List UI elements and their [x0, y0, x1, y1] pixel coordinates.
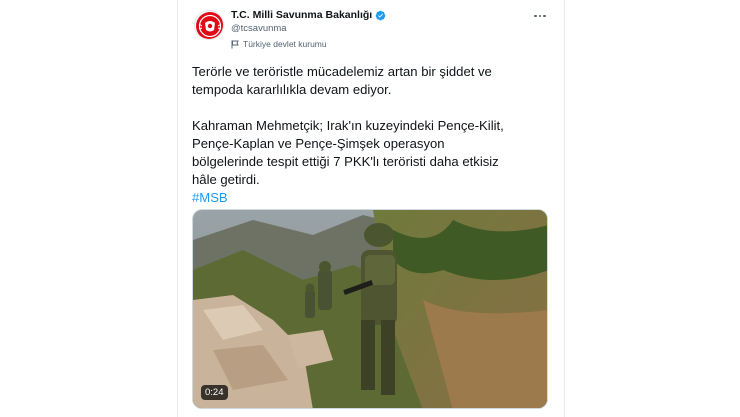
tweet-text-line: Pençe-Kaplan ve Pençe-Şimşek operasyon — [192, 136, 445, 151]
more-options-button[interactable] — [530, 8, 550, 24]
tweet-text: Terörle ve teröristle mücadelemiz artan … — [192, 63, 552, 207]
tweet-text-line: Kahraman Mehmetçik; Irak'ın kuzeyindeki … — [192, 118, 504, 133]
tweet-text-line: hâle getirdi. — [192, 172, 260, 187]
soldier-figure — [318, 261, 332, 310]
name-row: T.C. Milli Savunma Bakanlığı — [231, 9, 386, 21]
video-player[interactable]: 0:24 — [192, 209, 548, 409]
flag-icon — [231, 40, 239, 48]
tweet-text-line: bölgelerinde tespit ettiği 7 PKK'lı terö… — [192, 154, 499, 169]
dot-icon — [534, 14, 537, 18]
account-label: Türkiye devlet kurumu — [231, 39, 327, 49]
tweet-paragraph: Terörle ve teröristle mücadelemiz artan … — [192, 63, 552, 99]
display-name[interactable]: T.C. Milli Savunma Bakanlığı — [231, 9, 372, 21]
tweet-header: T.C. Milli Savunma Bakanlığı @tcsavunma … — [194, 6, 554, 50]
video-thumbnail — [193, 210, 547, 408]
soldier-figure — [305, 283, 315, 318]
tweet-card[interactable]: T.C. Milli Savunma Bakanlığı @tcsavunma … — [177, 0, 565, 417]
hashtag-link[interactable]: #MSB — [192, 189, 552, 207]
account-label-text: Türkiye devlet kurumu — [243, 39, 327, 49]
tweet-paragraph: Kahraman Mehmetçik; Irak'ın kuzeyindeki … — [192, 117, 552, 207]
avatar[interactable] — [194, 10, 224, 40]
handle[interactable]: @tcsavunma — [231, 23, 287, 34]
dot-icon — [543, 14, 546, 18]
msb-emblem-icon — [196, 12, 223, 39]
tweet-text-line: Terörle ve teröristle mücadelemiz artan … — [192, 64, 492, 79]
video-duration-badge: 0:24 — [201, 385, 228, 400]
verified-badge-icon — [375, 10, 386, 20]
tweet-text-line: tempoda kararlılıkla devam ediyor. — [192, 82, 392, 97]
dot-icon — [538, 14, 542, 18]
